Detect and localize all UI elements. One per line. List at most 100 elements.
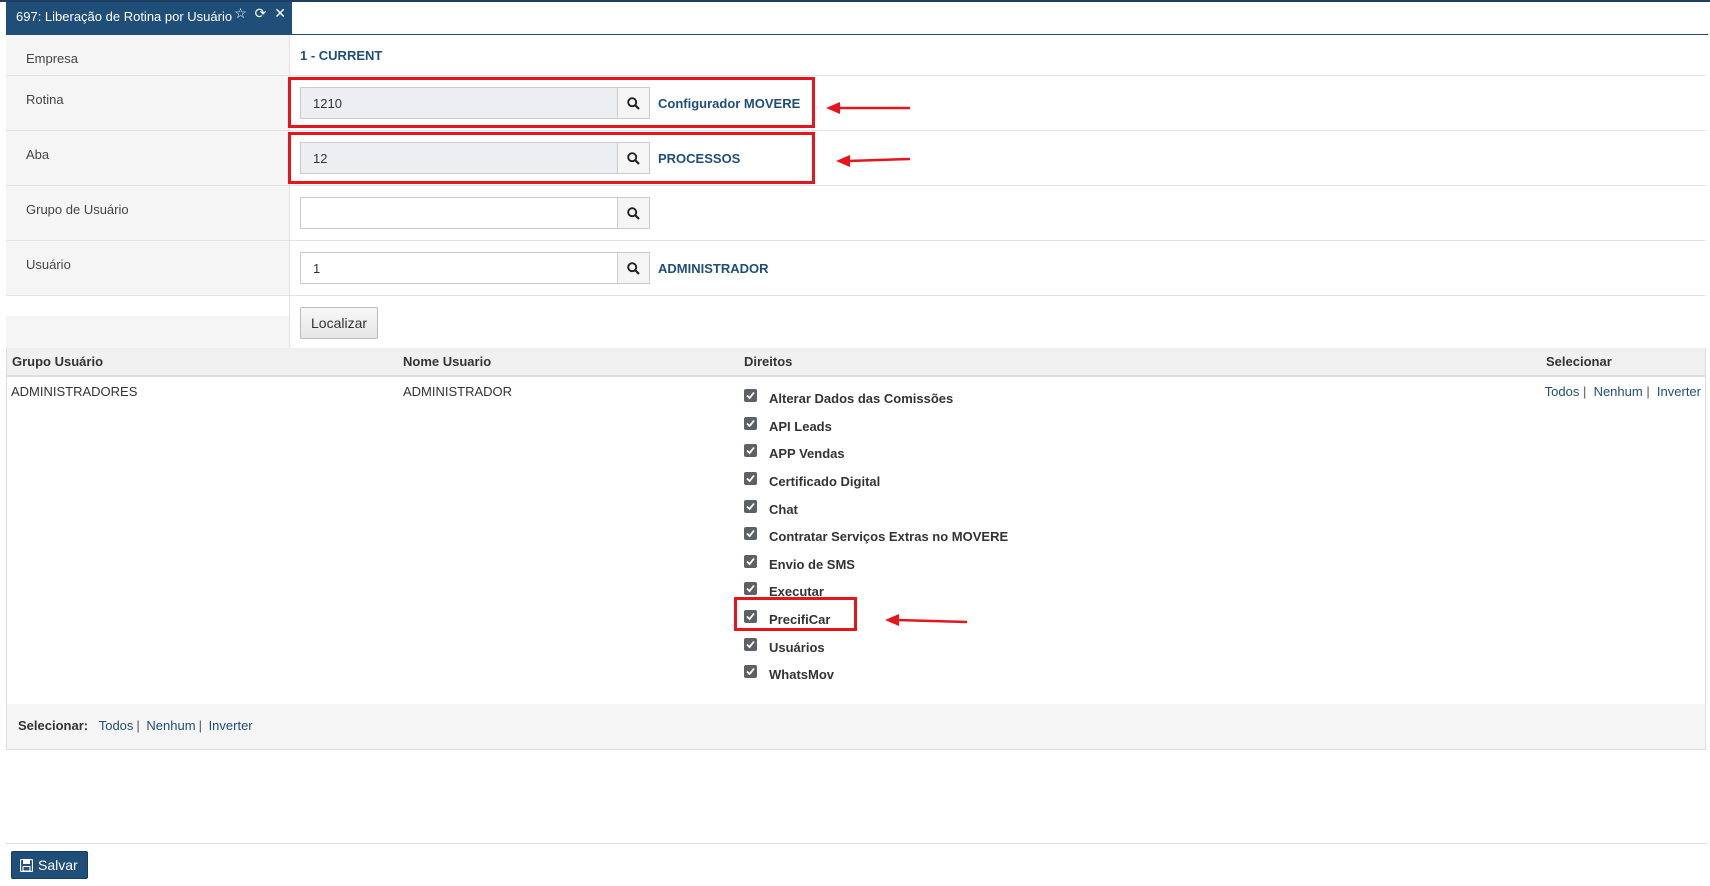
right-checkbox[interactable] [744, 610, 757, 624]
right-item[interactable]: PrecifiCar [744, 606, 1008, 634]
tab-title: 697: Liberação de Rotina por Usuário [16, 9, 233, 24]
rotina-description: Configurador MOVERE [658, 95, 801, 111]
right-checkbox[interactable] [744, 416, 757, 430]
right-item[interactable]: Certificado Digital [744, 468, 1008, 496]
usuario-input[interactable] [300, 252, 618, 284]
aba-description: PROCESSOS [658, 150, 741, 166]
rotina-search-button[interactable] [618, 87, 650, 119]
cell-grupo-usuario: ADMINISTRADORES [11, 384, 138, 399]
close-icon[interactable]: ✕ [274, 5, 286, 21]
row-select-all-link[interactable]: Todos [1545, 384, 1580, 399]
grupo-input[interactable] [300, 197, 618, 229]
checkmark-icon [746, 668, 755, 676]
header-grupo-usuario[interactable]: Grupo Usuário [12, 354, 103, 369]
right-checkbox[interactable] [744, 637, 757, 651]
floppy-disk-icon [20, 858, 33, 872]
right-item[interactable]: APP Vendas [744, 440, 1008, 468]
localizar-spacer [6, 296, 290, 350]
right-item[interactable]: API Leads [744, 413, 1008, 441]
right-item[interactable]: Chat [744, 495, 1008, 523]
search-icon [627, 96, 640, 110]
rights-list: Alterar Dados das Comissões API Leads APP … [744, 385, 1008, 689]
checkmark-icon [746, 419, 755, 428]
results-grid: Grupo Usuário Nome Usuario Direitos Sele… [6, 348, 1706, 750]
header-direitos[interactable]: Direitos [744, 354, 792, 369]
localizar-button[interactable]: Localizar [300, 307, 379, 339]
aba-search-button[interactable] [618, 142, 650, 174]
right-label: Chat [769, 501, 798, 517]
arrow-aba [836, 155, 910, 167]
checkmark-icon [746, 640, 755, 648]
right-checkbox[interactable] [744, 499, 757, 513]
footer-select-invert-link[interactable]: Inverter [209, 718, 253, 733]
grid-footer: Selecionar: Todos | Nenhum | Inverter [7, 704, 1705, 749]
aba-input[interactable] [300, 142, 618, 174]
right-item[interactable]: Contratar Serviços Extras no MOVERE [744, 523, 1008, 551]
filter-form: Empresa 1 - CURRENT Rotina Configurador … [6, 35, 1706, 351]
footer-select-all-link[interactable]: Todos [99, 718, 134, 733]
star-icon[interactable]: ☆ [234, 5, 247, 21]
row-select-invert-link[interactable]: Inverter [1657, 384, 1701, 399]
right-label: Certificado Digital [769, 474, 881, 490]
checkmark-icon [746, 585, 755, 593]
search-icon [627, 151, 640, 165]
right-label: API Leads [769, 418, 832, 434]
empresa-row: Empresa 1 - CURRENT [6, 35, 1706, 76]
right-checkbox[interactable] [744, 582, 757, 596]
right-item[interactable]: WhatsMov [744, 661, 1008, 689]
usuario-label: Usuário [6, 241, 290, 295]
checkmark-icon [746, 447, 755, 455]
right-checkbox[interactable] [744, 527, 757, 541]
checkmark-icon [746, 530, 755, 538]
right-checkbox[interactable] [744, 665, 757, 679]
header-selecionar[interactable]: Selecionar [1546, 354, 1612, 369]
grid-header: Grupo Usuário Nome Usuario Direitos Sele… [7, 348, 1705, 377]
checkmark-icon [746, 612, 755, 621]
usuario-search-button[interactable] [618, 252, 650, 284]
right-item[interactable]: Executar [744, 578, 1008, 606]
right-label: PrecifiCar [769, 612, 831, 628]
localizar-row: Localizar [6, 296, 1706, 351]
grupo-label: Grupo de Usuário [6, 186, 290, 240]
bottom-action-bar: Salvar [6, 843, 1706, 886]
checkmark-icon [746, 502, 755, 511]
tab-liberacao-rotina[interactable]: 697: Liberação de Rotina por Usuário ☆ ⟳… [6, 2, 292, 34]
right-checkbox[interactable] [744, 472, 757, 486]
row-select-links: Todos | Nenhum | Inverter [1544, 384, 1701, 399]
aba-label: Aba [6, 131, 290, 185]
save-button-label: Salvar [38, 857, 78, 873]
right-label: APP Vendas [769, 446, 845, 462]
checkmark-icon [746, 557, 755, 566]
right-label: WhatsMov [769, 667, 834, 683]
usuario-description: ADMINISTRADOR [658, 260, 769, 276]
right-label: Contratar Serviços Extras no MOVERE [769, 529, 1009, 545]
usuario-row: Usuário ADMINISTRADOR [6, 241, 1706, 296]
right-checkbox[interactable] [744, 389, 757, 403]
table-row: ADMINISTRADORES ADMINISTRADOR Alterar Da… [7, 377, 1705, 702]
right-label: Envio de SMS [769, 556, 855, 572]
rotina-label: Rotina [6, 76, 290, 130]
search-icon [627, 261, 640, 275]
right-label: Alterar Dados das Comissões [769, 391, 954, 407]
right-item[interactable]: Envio de SMS [744, 551, 1008, 579]
checkmark-icon [746, 392, 755, 400]
right-checkbox[interactable] [744, 444, 757, 458]
footer-select-label: Selecionar: [18, 718, 89, 733]
refresh-icon[interactable]: ⟳ [255, 5, 267, 21]
footer-select-none-link[interactable]: Nenhum [146, 718, 195, 733]
right-label: Usuários [769, 639, 825, 655]
row-select-none-link[interactable]: Nenhum [1594, 384, 1643, 399]
right-item[interactable]: Usuários [744, 633, 1008, 661]
empresa-value: 1 - CURRENT [300, 48, 383, 63]
right-item[interactable]: Alterar Dados das Comissões [744, 385, 1008, 413]
right-checkbox[interactable] [744, 554, 757, 568]
header-nome-usuario[interactable]: Nome Usuario [403, 354, 491, 369]
checkmark-icon [746, 475, 755, 483]
save-button[interactable]: Salvar [11, 851, 88, 879]
search-icon [627, 206, 640, 220]
right-label: Executar [769, 584, 824, 600]
grupo-search-button[interactable] [618, 197, 650, 229]
cell-nome-usuario: ADMINISTRADOR [403, 384, 513, 399]
empresa-label: Empresa [6, 35, 290, 75]
rotina-input[interactable] [300, 87, 618, 119]
